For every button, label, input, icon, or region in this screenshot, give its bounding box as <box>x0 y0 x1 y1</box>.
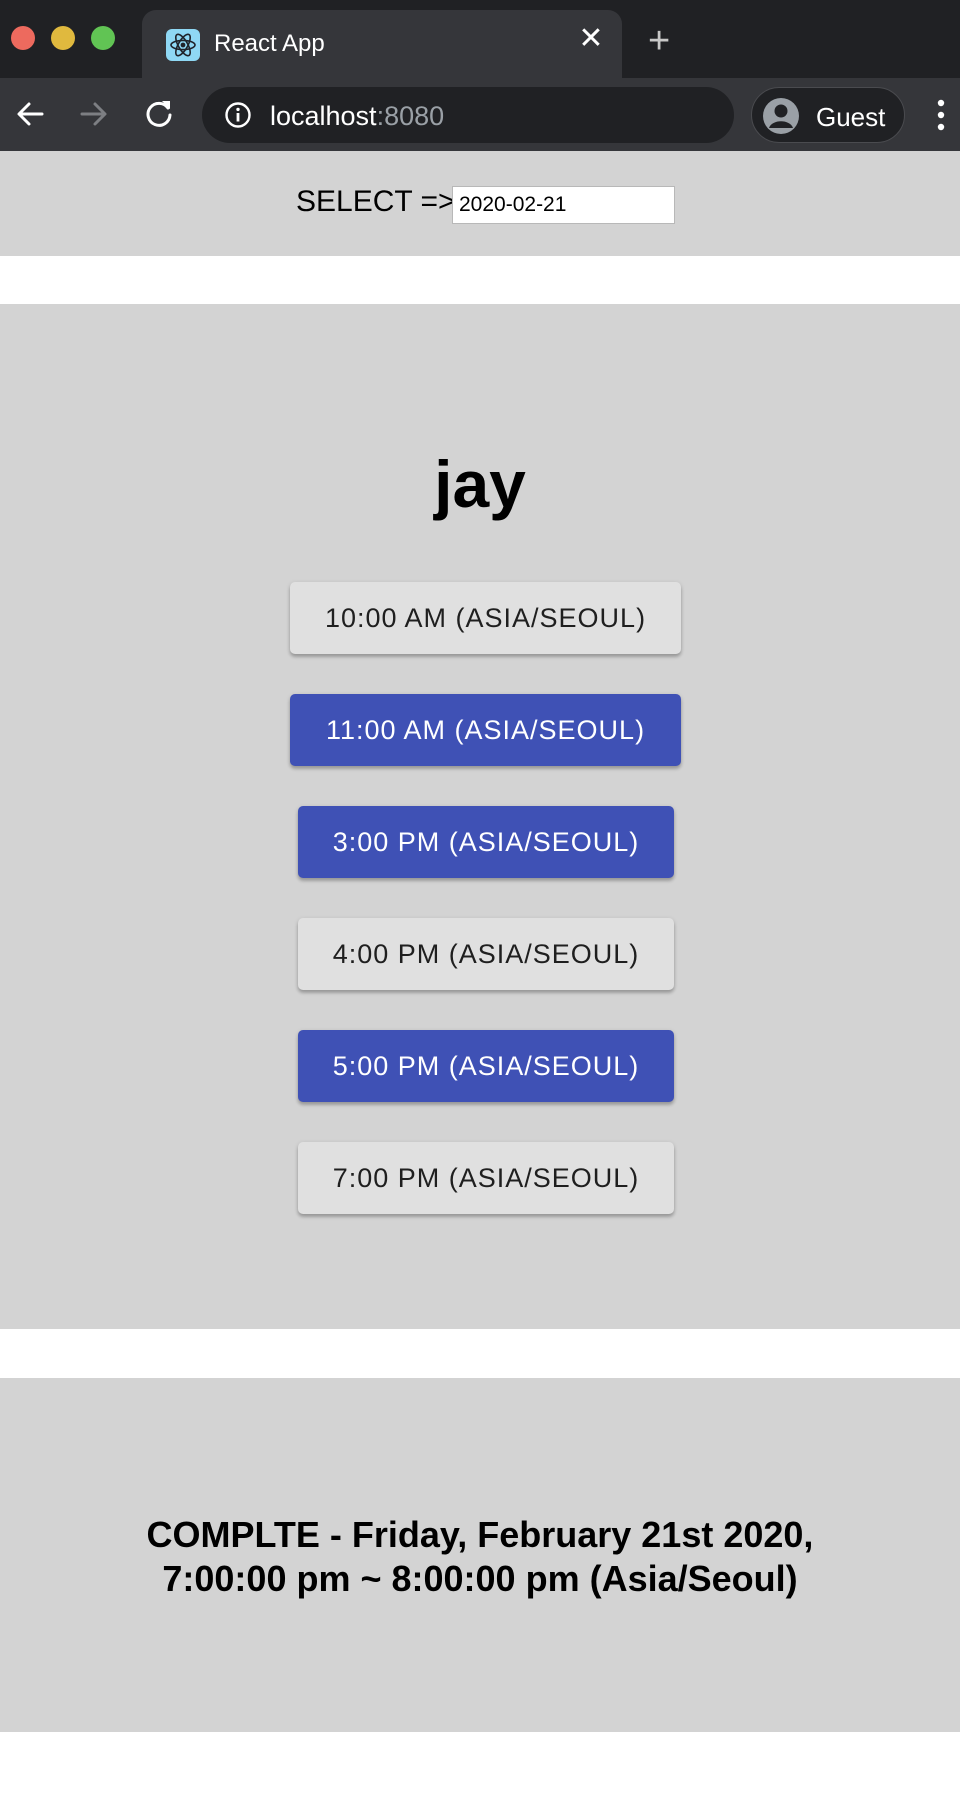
window-minimize-button[interactable] <box>51 26 75 50</box>
url-host: localhost <box>270 101 377 131</box>
reload-icon[interactable] <box>139 94 179 134</box>
back-arrow-icon[interactable] <box>10 94 50 134</box>
date-input[interactable] <box>452 186 675 224</box>
schedule-panel: jay 10:00 AM (ASIA/SEOUL) 11:00 AM (ASIA… <box>0 304 960 1329</box>
site-info-icon[interactable] <box>224 101 252 129</box>
time-slot-button[interactable]: 5:00 PM (ASIA/SEOUL) <box>298 1030 674 1102</box>
url-port: :8080 <box>376 101 445 131</box>
browser-toolbar: localhost:8080 Guest <box>0 78 960 151</box>
avatar-icon <box>762 97 800 135</box>
window-close-button[interactable] <box>11 26 35 50</box>
browser-tab[interactable]: React App ✕ <box>142 10 622 78</box>
profile-button[interactable]: Guest <box>751 87 905 143</box>
completion-message: COMPLTE - Friday, February 21st 2020, 7:… <box>0 1513 960 1601</box>
forward-arrow-icon[interactable] <box>74 94 114 134</box>
completion-panel: COMPLTE - Friday, February 21st 2020, 7:… <box>0 1378 960 1732</box>
time-slot-button[interactable]: 11:00 AM (ASIA/SEOUL) <box>290 694 681 766</box>
close-tab-icon[interactable]: ✕ <box>576 24 606 54</box>
tab-title: React App <box>214 30 325 57</box>
completion-date-line: COMPLTE - Friday, February 21st 2020, <box>146 1514 814 1555</box>
date-select-bar: SELECT => <box>0 151 960 256</box>
url-text: localhost:8080 <box>270 101 444 132</box>
time-slot-button[interactable]: 10:00 AM (ASIA/SEOUL) <box>290 582 681 654</box>
time-slot-button[interactable]: 7:00 PM (ASIA/SEOUL) <box>298 1142 674 1214</box>
select-label: SELECT => <box>296 185 456 218</box>
profile-label: Guest <box>816 102 886 132</box>
browser-tab-strip: React App ✕ + <box>0 0 960 78</box>
schedule-name: jay <box>434 447 526 521</box>
more-menu-icon[interactable] <box>930 94 952 136</box>
time-slot-button[interactable]: 4:00 PM (ASIA/SEOUL) <box>298 918 674 990</box>
window-zoom-button[interactable] <box>91 26 115 50</box>
address-bar[interactable]: localhost:8080 <box>202 87 734 143</box>
react-logo-icon <box>166 29 200 61</box>
completion-time-line: 7:00:00 pm ~ 8:00:00 pm (Asia/Seoul) <box>162 1558 798 1599</box>
new-tab-icon[interactable]: + <box>648 22 670 60</box>
time-slot-button[interactable]: 3:00 PM (ASIA/SEOUL) <box>298 806 674 878</box>
